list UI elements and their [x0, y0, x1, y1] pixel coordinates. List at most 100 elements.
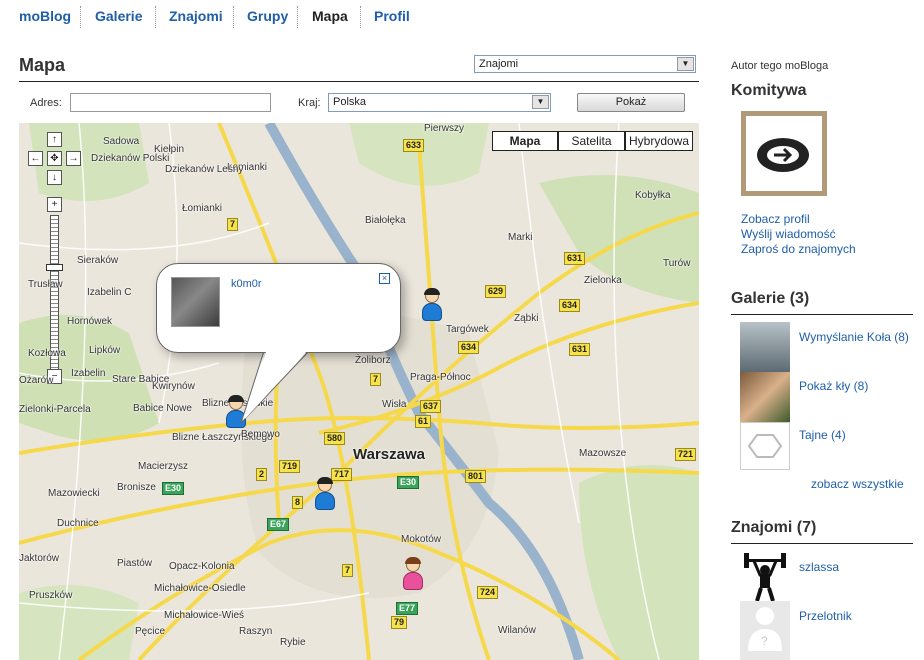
map-place: Duchnice [57, 518, 99, 529]
map-place: Turów [663, 258, 691, 269]
address-label: Adres: [30, 97, 62, 109]
road-shield: 2 [256, 468, 268, 481]
gallery-thumbnail[interactable] [740, 422, 790, 470]
pan-center-icon[interactable]: ✥ [47, 151, 62, 166]
pan-up-icon[interactable]: ↑ [47, 132, 62, 147]
chevron-down-icon: ▼ [532, 95, 549, 109]
nav-profil[interactable]: Profil [374, 8, 410, 24]
nav-znajomi[interactable]: Znajomi [169, 8, 223, 24]
map-place: Jaktorów [19, 553, 60, 564]
nav-separator [297, 6, 298, 28]
map-place: Opacz-Kolonia [169, 561, 235, 572]
title-divider [19, 81, 699, 82]
pan-left-icon[interactable]: ← [28, 151, 43, 166]
gallery-link[interactable]: Tajne (4) [799, 428, 846, 442]
close-icon[interactable]: × [379, 273, 390, 284]
map-type-map[interactable]: Mapa [492, 131, 558, 151]
author-avatar[interactable] [741, 111, 827, 196]
friend-marker[interactable] [314, 477, 336, 512]
friend-marker[interactable] [421, 288, 443, 323]
gallery-thumbnail[interactable] [740, 322, 790, 372]
logo-icon [757, 138, 809, 172]
map-place: Macierzysz [138, 461, 189, 472]
see-all-galleries-link[interactable]: zobacz wszystkie [811, 477, 904, 491]
road-shield: 629 [485, 285, 507, 298]
map-place: Pierwszy [424, 123, 465, 134]
friend-avatar[interactable]: ? [740, 601, 790, 660]
galleries-divider [731, 314, 913, 315]
map-place: Bemowo [241, 429, 280, 440]
weightlifter-icon [744, 553, 786, 602]
map-place: Zielonki-Parcela [19, 404, 91, 415]
map-place: Pruszków [29, 590, 73, 601]
invite-friend-link[interactable]: Zaproś do znajomych [741, 242, 856, 256]
road-shield: 79 [391, 616, 408, 629]
map-type-satellite[interactable]: Satelita [558, 131, 625, 151]
nav-mapa[interactable]: Mapa [312, 8, 348, 24]
nav-galerie[interactable]: Galerie [95, 8, 142, 24]
nav-separator [155, 6, 156, 28]
map-place: Łomianki [182, 203, 223, 214]
friends-title: Znajomi (7) [731, 519, 817, 536]
map-type-hybrid[interactable]: Hybrydowa [625, 131, 693, 151]
view-profile-link[interactable]: Zobacz profil [741, 212, 810, 226]
friend-link[interactable]: Przelotnik [799, 609, 852, 623]
map-place: Trusław [28, 279, 63, 290]
info-window: k0m0r × [156, 263, 401, 353]
map-place: Babice Nowe [133, 403, 192, 414]
road-shield: 637 [420, 400, 442, 413]
road-shield: 801 [465, 470, 487, 483]
road-shield: 721 [675, 448, 697, 461]
nav-separator [360, 6, 361, 28]
send-message-link[interactable]: Wyślij wiadomość [741, 227, 836, 241]
map-place: Mazowsze [579, 448, 627, 459]
map-place: Sieraków [77, 255, 119, 266]
road-shield: E30 [397, 476, 420, 489]
nav-grupy[interactable]: Grupy [247, 8, 288, 24]
user-name-link[interactable]: k0m0r [231, 278, 262, 290]
pan-down-icon[interactable]: ↓ [47, 170, 62, 185]
show-button[interactable]: Pokaż [577, 93, 685, 112]
map-place: Kwirynów [152, 381, 195, 392]
address-input[interactable] [70, 93, 271, 112]
map-place: Izabelin [71, 368, 106, 379]
map-place: Raszyn [239, 626, 273, 637]
friend-link[interactable]: szlassa [799, 560, 839, 574]
map-place: Targówek [446, 324, 489, 335]
map-place: Sadowa [103, 136, 140, 147]
map-place: Wisła [382, 399, 407, 410]
zoom-in-icon[interactable]: + [47, 197, 62, 212]
road-shield: 634 [458, 341, 480, 354]
nav-separator [80, 6, 81, 28]
pan-right-icon[interactable]: → [66, 151, 81, 166]
road-shield: 631 [569, 343, 591, 356]
gallery-thumbnail[interactable] [740, 372, 790, 422]
friend-marker[interactable] [225, 395, 247, 430]
map-place: Bronisze [117, 482, 156, 493]
map-place: Białołęka [365, 215, 406, 226]
zoom-slider-handle[interactable] [46, 264, 63, 271]
road-shield: 61 [415, 415, 432, 428]
user-avatar[interactable] [171, 277, 220, 327]
map-place: Hornówek [67, 316, 113, 327]
default-avatar-icon: ? [748, 607, 782, 651]
friend-avatar[interactable] [740, 551, 790, 602]
map-place: Pęcice [135, 626, 166, 637]
gallery-link[interactable]: Pokaż kły (8) [799, 379, 868, 393]
road-shield: 7 [342, 564, 354, 577]
filter-select[interactable]: Znajomi ▼ [474, 55, 696, 73]
author-name: Komitywa [731, 82, 807, 99]
map-view[interactable]: Mapa Satelita Hybrydowa ↑ ← ✥ → ↓ + − Sa… [19, 123, 699, 660]
nav-moblog[interactable]: moBlog [19, 8, 71, 24]
gallery-link[interactable]: Wymyślanie Koła (8) [799, 330, 909, 345]
country-select-value: Polska [333, 96, 367, 108]
country-select[interactable]: Polska ▼ [328, 93, 551, 112]
road-shield: E77 [396, 602, 419, 615]
map-place: Zielonka [584, 275, 622, 286]
friend-marker[interactable] [402, 557, 424, 592]
filter-select-value: Znajomi [479, 58, 519, 70]
road-shield: 724 [477, 586, 499, 599]
map-place: Dziekanów Polski [91, 153, 170, 164]
road-shield: E67 [267, 518, 290, 531]
road-shield: 719 [279, 460, 301, 473]
